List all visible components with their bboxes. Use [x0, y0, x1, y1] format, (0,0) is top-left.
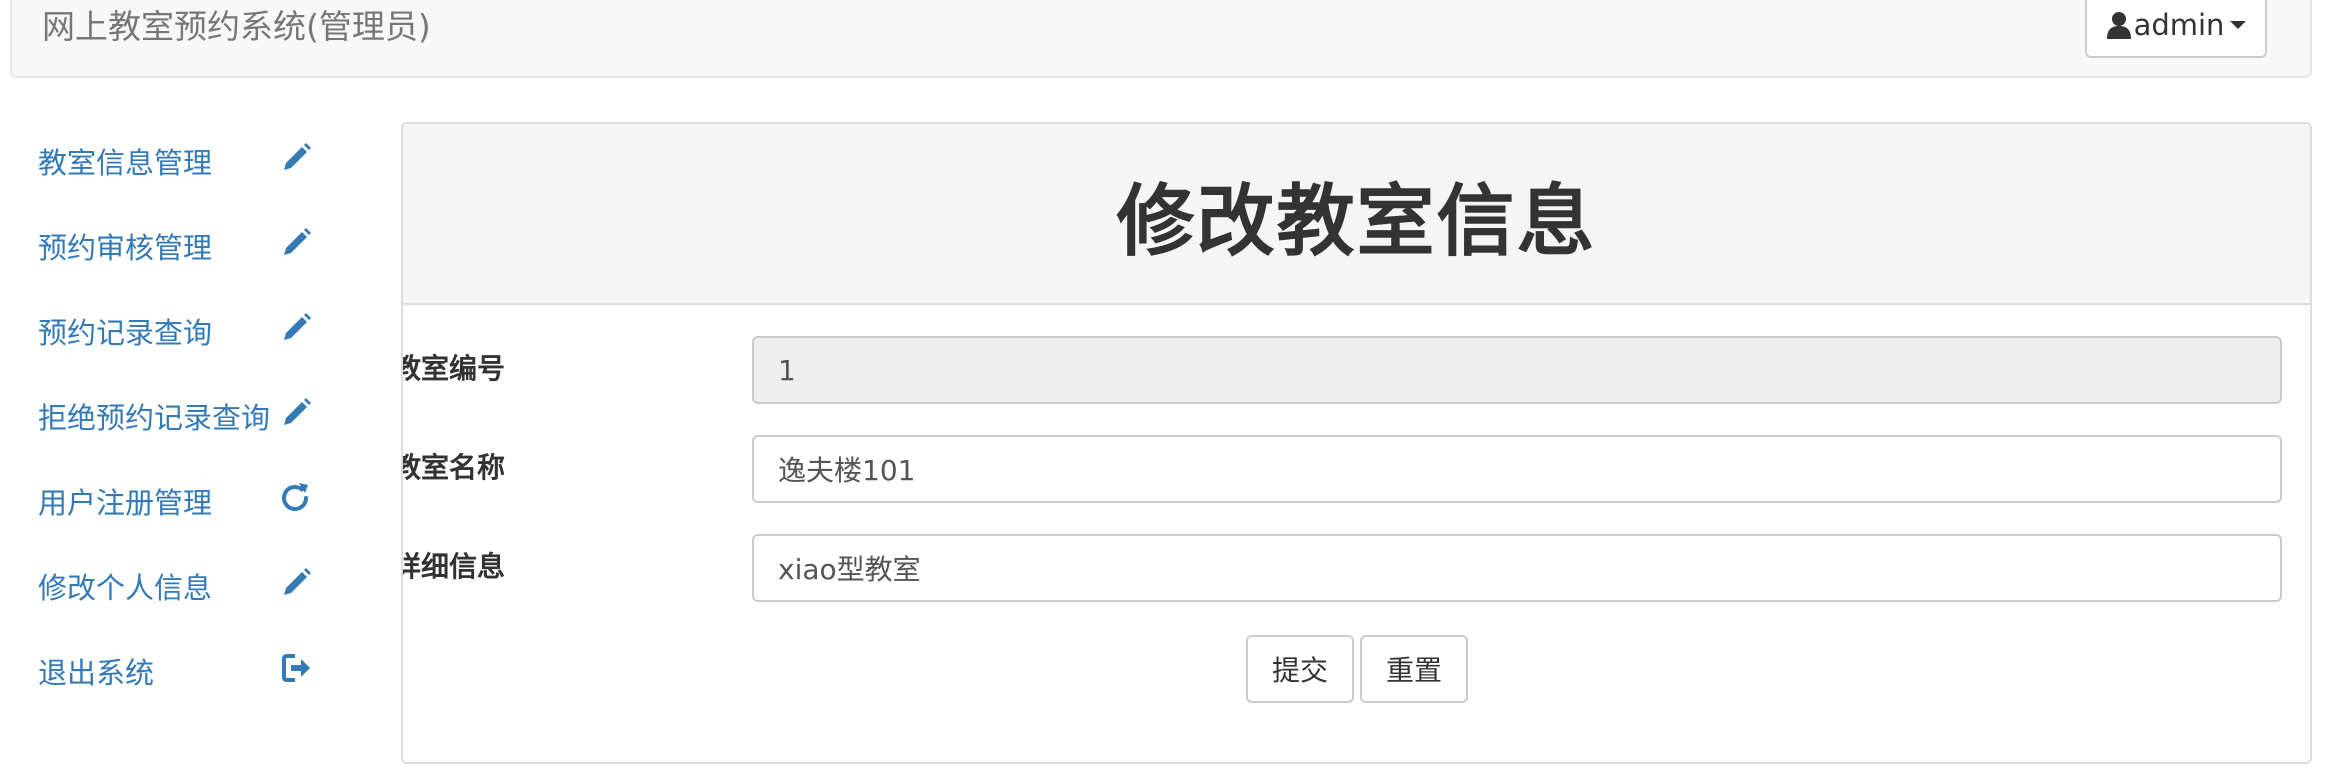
caret-down-icon — [2230, 21, 2247, 29]
submit-button[interactable]: 提交 — [1246, 635, 1354, 703]
sidebar-item-reservation-review[interactable]: 预约审核管理 — [38, 223, 328, 273]
sidebar-item-label: 预约记录查询 — [38, 316, 213, 350]
sidebar-item-label: 退出系统 — [38, 656, 155, 690]
classroom-details-label: 教室详细信息 — [403, 550, 505, 583]
sidebar-item-label: 修改个人信息 — [38, 571, 213, 605]
classroom-id-field[interactable] — [752, 336, 2282, 404]
pencil-icon — [284, 313, 311, 340]
pencil-icon — [284, 228, 311, 255]
sidebar-item-user-registration[interactable]: 用户注册管理 — [38, 478, 328, 528]
sidebar-item-label: 拒绝预约记录查询 — [38, 401, 271, 435]
logout-icon — [282, 654, 310, 682]
classroom-id-label: 教室编号 — [401, 352, 505, 385]
pencil-icon — [284, 568, 311, 595]
sidebar-item-edit-profile[interactable]: 修改个人信息 — [38, 563, 328, 613]
sidebar-item-reservation-records[interactable]: 预约记录查询 — [38, 308, 328, 358]
classroom-details-field[interactable] — [752, 534, 2282, 602]
pencil-icon — [284, 143, 311, 170]
sidebar-item-label: 用户注册管理 — [38, 486, 213, 520]
user-icon — [2106, 12, 2131, 39]
sidebar-item-rejected-records[interactable]: 拒绝预约记录查询 — [38, 393, 328, 443]
classroom-name-label: 教室名称 — [401, 451, 505, 484]
refresh-icon — [282, 483, 308, 511]
edit-classroom-panel: 修改教室信息 教室编号 教室名称 教室详细信息 提交 重置 — [401, 122, 2312, 764]
reset-button[interactable]: 重置 — [1360, 635, 1468, 703]
user-name: admin — [2133, 8, 2225, 42]
page-title: 修改教室信息 — [1116, 176, 1597, 267]
sidebar-item-classroom-management[interactable]: 教室信息管理 — [38, 138, 328, 188]
top-navbar: 网上教室预约系统(管理员) admin — [10, 0, 2312, 78]
panel-heading: 修改教室信息 — [403, 124, 2310, 305]
sidebar-item-logout[interactable]: 退出系统 — [38, 648, 328, 698]
user-menu-button[interactable]: admin — [2085, 0, 2267, 58]
app-brand[interactable]: 网上教室预约系统(管理员) — [42, 0, 431, 58]
sidebar-item-label: 预约审核管理 — [38, 231, 213, 265]
sidebar-item-label: 教室信息管理 — [38, 146, 213, 180]
pencil-icon — [284, 398, 311, 425]
classroom-name-field[interactable] — [752, 435, 2282, 503]
